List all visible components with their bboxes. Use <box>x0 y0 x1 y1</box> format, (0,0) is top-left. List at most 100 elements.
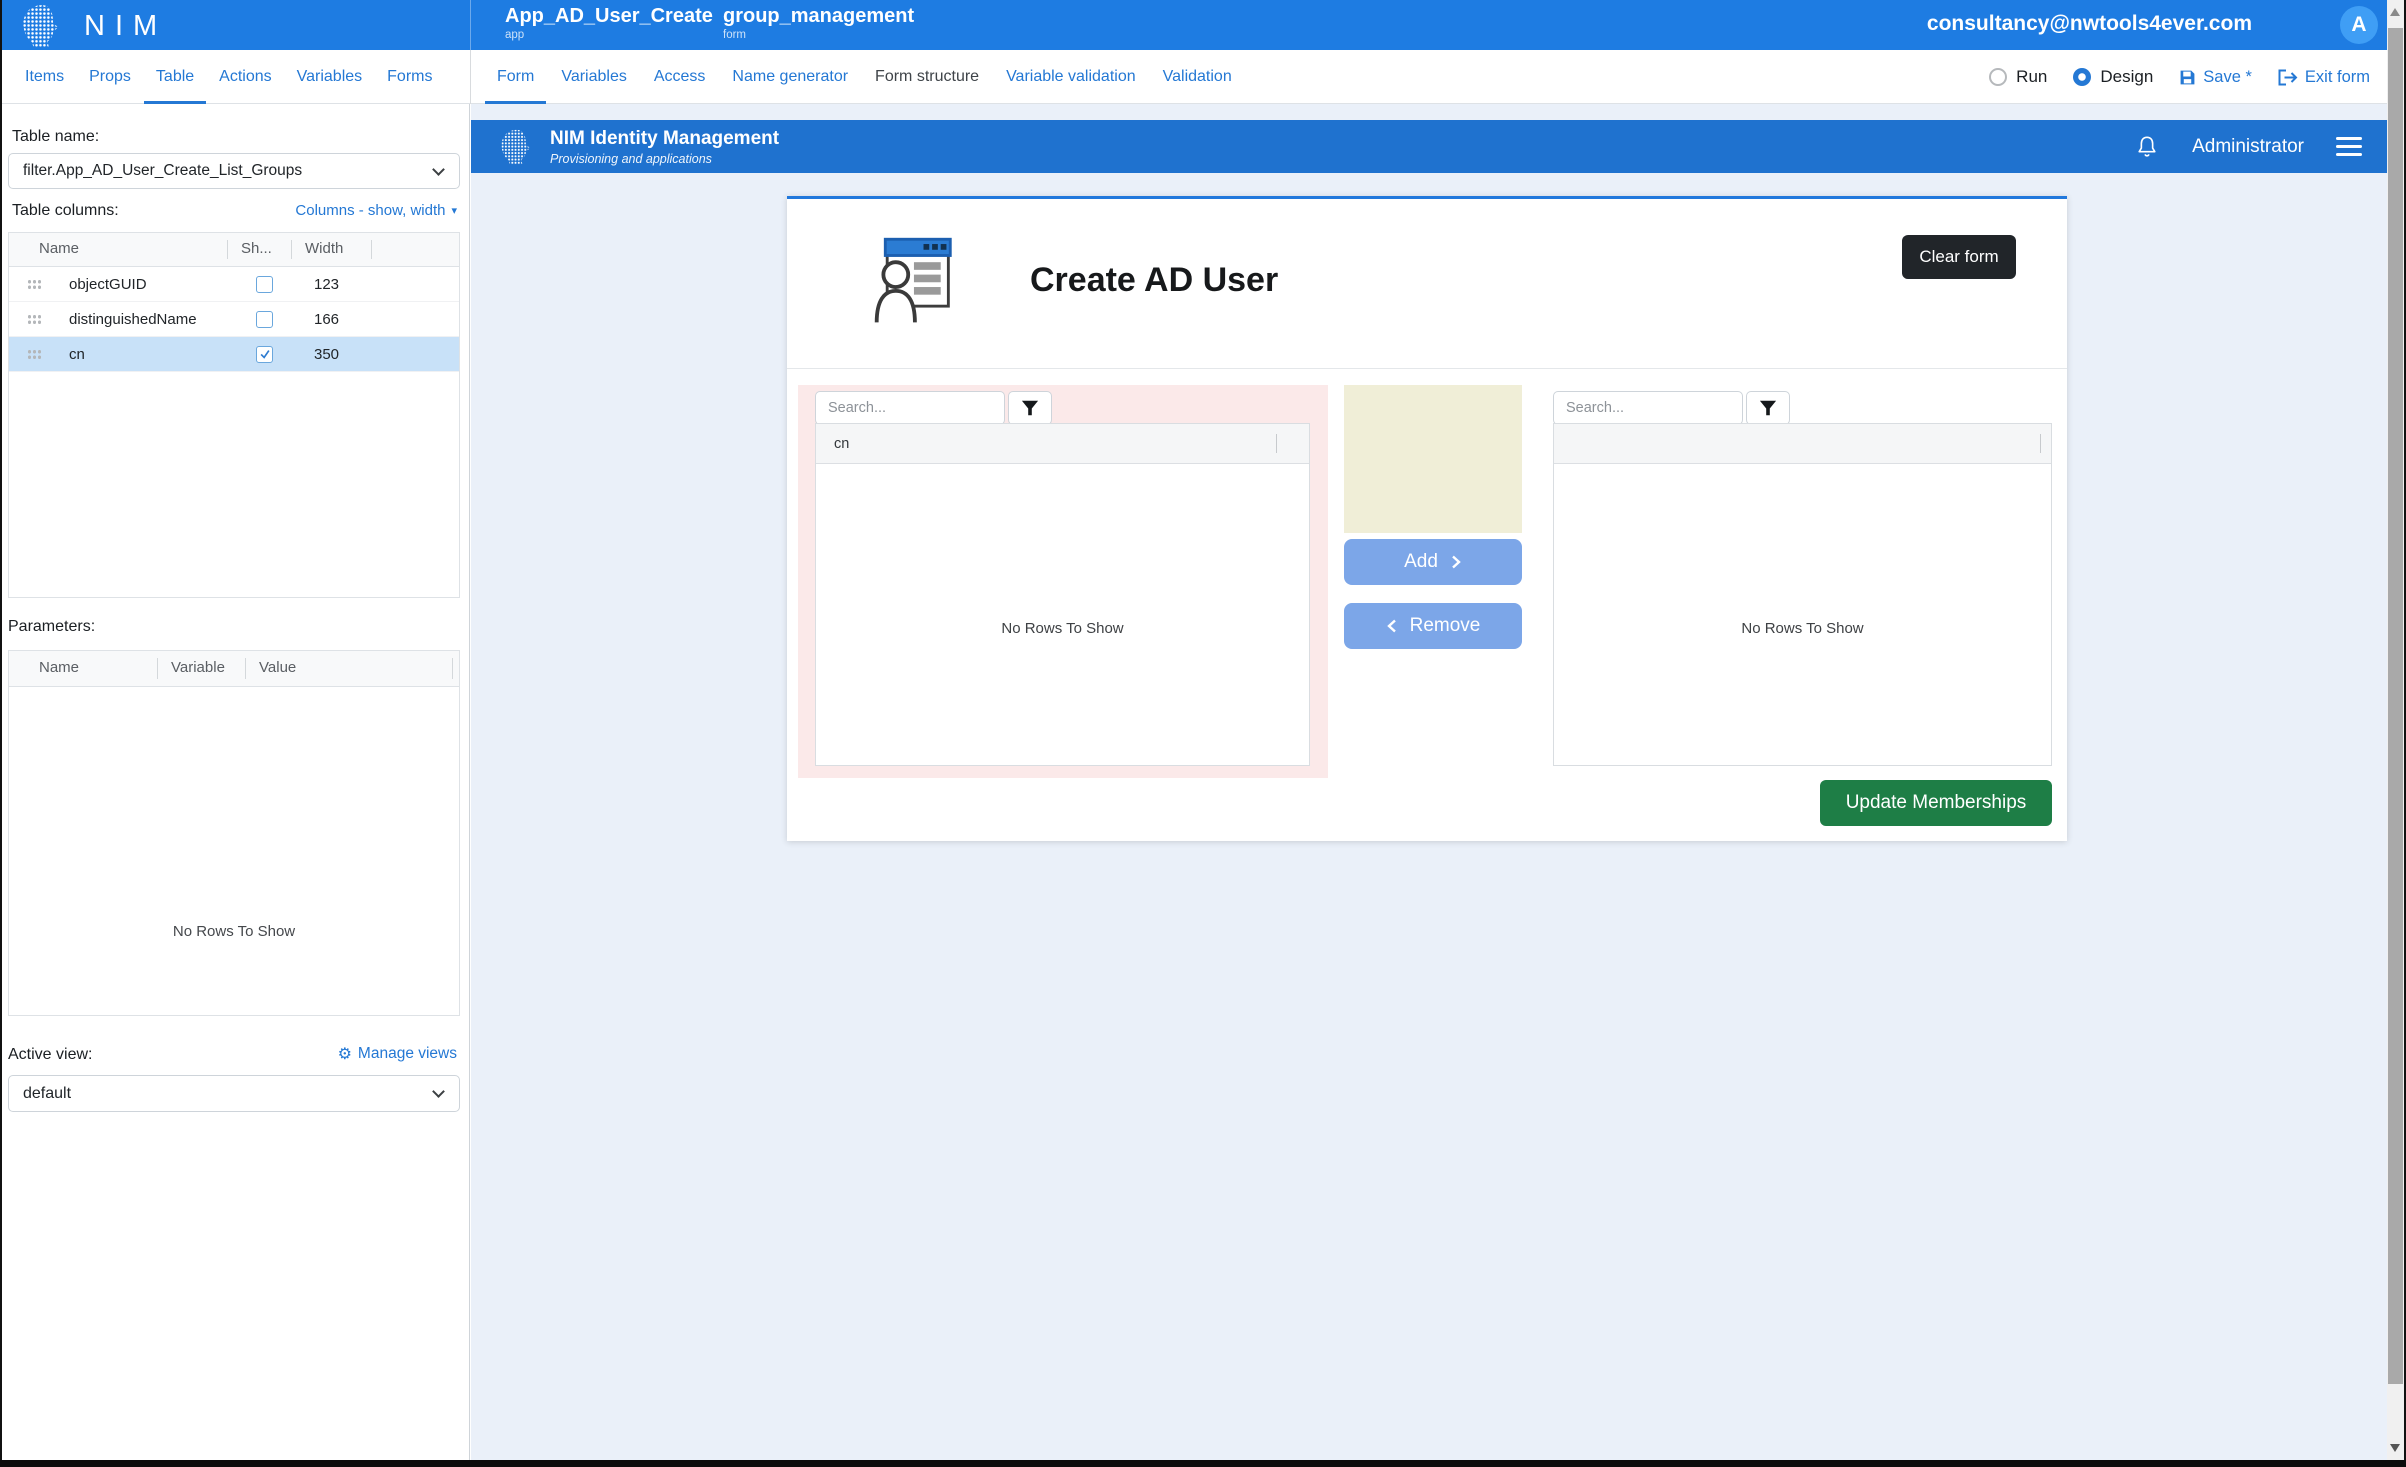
chevron-down-icon <box>432 1085 445 1098</box>
header-separator <box>371 240 372 259</box>
list-body: No Rows To Show <box>816 464 1309 766</box>
clear-form-button[interactable]: Clear form <box>1902 235 2016 279</box>
table-row-objectGUID[interactable]: objectGUID 123 <box>9 267 459 302</box>
tab-variables[interactable]: Variables <box>297 50 363 104</box>
param-header-value: Value <box>259 659 296 676</box>
account-email: consultancy@nwtools4ever.com <box>1927 12 2252 36</box>
available-groups-list: cn No Rows To Show <box>815 423 1310 766</box>
chevron-right-icon <box>1450 555 1462 569</box>
active-view-value: default <box>23 1085 71 1103</box>
filter-icon <box>1020 399 1040 417</box>
menu-icon[interactable] <box>2336 137 2362 156</box>
chevron-down-icon <box>432 163 445 176</box>
app-title: App_AD_User_Create <box>505 5 713 28</box>
drag-handle-icon[interactable] <box>27 279 42 290</box>
breadcrumb-form[interactable]: group_management form <box>723 5 914 41</box>
active-view-select[interactable]: default <box>8 1075 460 1112</box>
remove-button[interactable]: Remove <box>1344 603 1522 649</box>
list-column-header: cn <box>834 436 849 452</box>
toolbar-actions: Run Design Save * Exit form <box>1989 50 2370 104</box>
header-separator <box>291 240 292 259</box>
exit-form-button[interactable]: Exit form <box>2278 68 2370 87</box>
tab-form-structure[interactable]: Form structure <box>875 50 979 104</box>
app-subtitle: app <box>505 29 713 41</box>
avatar[interactable]: A <box>2340 6 2378 44</box>
run-radio[interactable] <box>1989 68 2007 86</box>
col-header-width: Width <box>305 240 343 257</box>
tab-name-generator[interactable]: Name generator <box>732 50 848 104</box>
tab-form[interactable]: Form <box>497 50 534 104</box>
design-mode-option[interactable]: Design <box>2073 67 2153 87</box>
header-separator <box>452 658 453 679</box>
exit-icon <box>2278 69 2298 86</box>
table-row-cn[interactable]: cn 350 <box>9 337 459 372</box>
column-resize-handle[interactable] <box>2040 434 2041 453</box>
tab-table[interactable]: Table <box>156 50 194 104</box>
filter-button[interactable] <box>1746 391 1790 425</box>
tab-forms[interactable]: Forms <box>387 50 432 104</box>
run-label: Run <box>2016 67 2047 87</box>
list-header: cn <box>816 424 1309 464</box>
chevron-left-icon <box>1386 619 1398 633</box>
empty-rows-text: No Rows To Show <box>1554 620 2051 637</box>
nim-logo-icon <box>498 127 534 167</box>
add-label: Add <box>1404 551 1438 573</box>
columns-table: Name Sh... Width objectGUID 123 distingu… <box>8 232 460 598</box>
design-label: Design <box>2100 67 2153 87</box>
remove-label: Remove <box>1410 615 1481 637</box>
tab-actions[interactable]: Actions <box>219 50 271 104</box>
search-input[interactable] <box>815 391 1005 425</box>
manage-views-button[interactable]: ⚙ Manage views <box>338 1044 457 1064</box>
breadcrumb-app[interactable]: App_AD_User_Create app <box>505 5 713 41</box>
left-panel: Table name: filter.App_AD_User_Create_Li… <box>0 104 470 1460</box>
list-header <box>1554 424 2051 464</box>
column-name: cn <box>69 346 85 363</box>
header-separator <box>157 658 158 679</box>
tab-access[interactable]: Access <box>654 50 706 104</box>
drag-handle-icon[interactable] <box>27 314 42 325</box>
page-title: Create AD User <box>1030 261 1278 300</box>
tab-form-variables[interactable]: Variables <box>561 50 627 104</box>
identity-subtitle: Provisioning and applications <box>550 152 779 166</box>
columns-menu-label: Columns - show, width <box>295 202 445 219</box>
brand[interactable]: NIM <box>18 4 167 48</box>
scroll-down-arrow[interactable] <box>2390 1444 2400 1452</box>
columns-menu-button[interactable]: Columns - show, width ▾ <box>295 202 457 219</box>
parameters-table: Name Variable Value No Rows To Show <box>8 650 460 1016</box>
scroll-up-arrow[interactable] <box>2390 8 2400 16</box>
toolbar-divider <box>470 50 471 104</box>
app-window: NIM App_AD_User_Create app group_managem… <box>0 0 2406 1467</box>
member-groups-list: No Rows To Show <box>1553 423 2052 766</box>
drag-handle-icon[interactable] <box>27 349 42 360</box>
user-name[interactable]: Administrator <box>2192 136 2304 158</box>
show-checkbox[interactable] <box>256 311 273 328</box>
tab-items[interactable]: Items <box>25 50 64 104</box>
bell-icon[interactable] <box>2134 133 2160 161</box>
add-button[interactable]: Add <box>1344 539 1522 585</box>
table-name-select[interactable]: filter.App_AD_User_Create_List_Groups <box>8 153 460 189</box>
toolbar: Items Props Table Actions Variables Form… <box>0 50 2406 104</box>
filter-button[interactable] <box>1008 391 1052 425</box>
update-memberships-button[interactable]: Update Memberships <box>1820 780 2052 826</box>
run-mode-option[interactable]: Run <box>1989 67 2047 87</box>
tab-props[interactable]: Props <box>89 50 131 104</box>
vertical-scrollbar[interactable] <box>2387 0 2404 1460</box>
scrollbar-thumb[interactable] <box>2388 28 2403 1384</box>
parameters-empty-text: No Rows To Show <box>9 923 459 940</box>
search-input[interactable] <box>1553 391 1743 425</box>
column-resize-handle[interactable] <box>1276 434 1277 453</box>
main-area: NIM Identity Management Provisioning and… <box>471 104 2389 1460</box>
selection-highlight-panel <box>1344 385 1522 533</box>
tab-validation[interactable]: Validation <box>1163 50 1232 104</box>
available-search-row <box>815 391 1052 425</box>
design-radio[interactable] <box>2073 68 2091 86</box>
column-width: 123 <box>314 276 339 293</box>
brand-text: NIM <box>84 10 167 43</box>
tab-variable-validation[interactable]: Variable validation <box>1006 50 1136 104</box>
save-button[interactable]: Save * <box>2179 68 2252 87</box>
empty-rows-text: No Rows To Show <box>816 620 1309 637</box>
form-tabs: Form Variables Access Name generator For… <box>497 50 1232 104</box>
table-row-distinguishedName[interactable]: distinguishedName 166 <box>9 302 459 337</box>
show-checkbox[interactable] <box>256 276 273 293</box>
show-checkbox-checked[interactable] <box>256 346 273 363</box>
